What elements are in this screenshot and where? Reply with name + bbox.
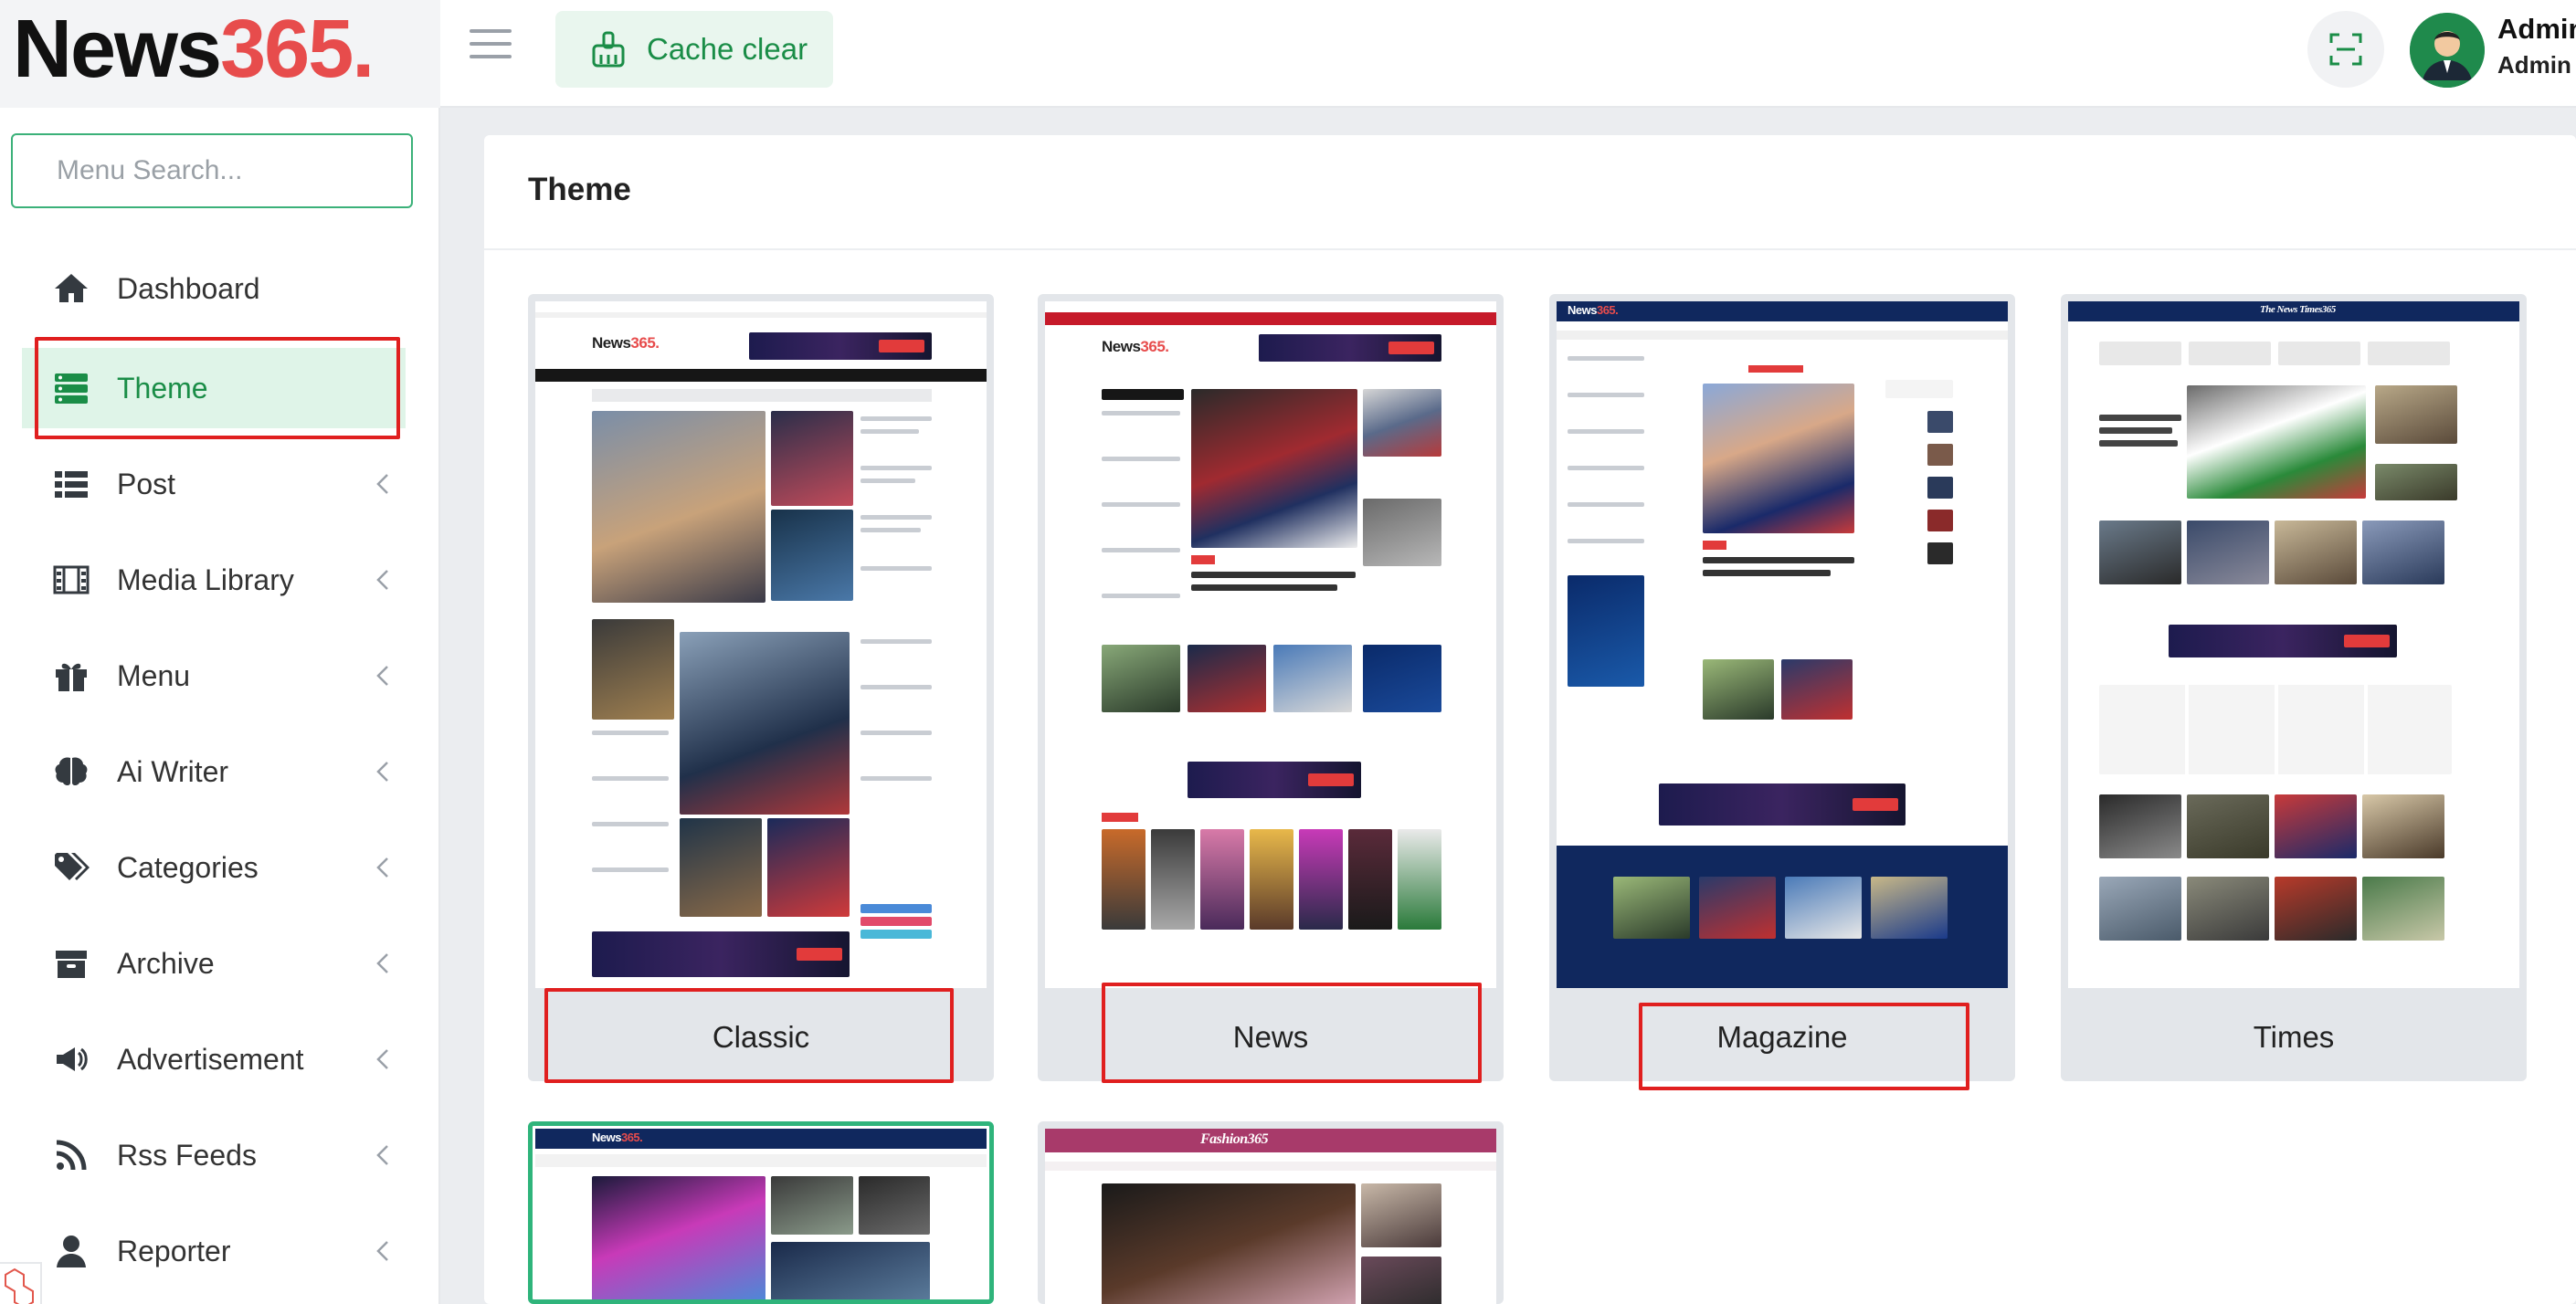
theme-preview-news: News365.: [1045, 301, 1496, 988]
avatar[interactable]: [2410, 13, 2485, 88]
theme-preview-magazine: News365.: [1557, 301, 2008, 988]
top-header: News365. Cache clear Admin Admin: [0, 0, 2576, 108]
sidebar-item-post[interactable]: Post: [22, 444, 406, 524]
sidebar-item-archive[interactable]: Archive: [22, 923, 406, 1004]
gift-icon: [56, 663, 87, 691]
theme-preview-classic: News365.: [535, 301, 987, 988]
theme-option-classic[interactable]: News365. Classic: [528, 294, 994, 1081]
rss-icon: [56, 1140, 87, 1171]
tags-icon: [55, 853, 90, 880]
chevron-left-icon: [376, 1241, 388, 1261]
megaphone-icon: [57, 1047, 88, 1071]
sidebar-item-categories[interactable]: Categories: [22, 827, 406, 908]
sidebar-item-reporter[interactable]: Reporter: [22, 1211, 406, 1291]
theme-icon: [55, 373, 88, 404]
site-logo[interactable]: News365.: [13, 5, 375, 93]
theme-option-6[interactable]: Fashion365: [1038, 1121, 1504, 1304]
theme-option-times[interactable]: The News Times365 Times: [2061, 294, 2527, 1081]
chevron-left-icon: [376, 762, 388, 782]
theme-label-magazine: Magazine: [1716, 1020, 1848, 1054]
card-divider: [484, 248, 2576, 250]
chevron-left-icon: [376, 666, 388, 686]
cube-icon: [5, 1267, 34, 1304]
cache-clear-button[interactable]: Cache clear: [555, 11, 833, 88]
home-icon: [55, 274, 88, 302]
sidebar-item-rss-feeds[interactable]: Rss Feeds: [22, 1115, 406, 1195]
user-icon: [57, 1236, 86, 1267]
theme-preview-times: The News Times365: [2068, 301, 2519, 988]
sidebar-item-theme[interactable]: Theme: [22, 348, 406, 428]
broom-icon: [592, 31, 625, 68]
chevron-left-icon: [376, 1145, 388, 1165]
menu-search-input[interactable]: [11, 133, 413, 208]
cache-clear-label: Cache clear: [647, 32, 808, 66]
theme-label-classic: Classic: [712, 1020, 810, 1054]
theme-card: Theme News365. Classic News365. News New…: [484, 135, 2576, 1304]
theme-preview-5: News365.: [535, 1129, 987, 1299]
chevron-left-icon: [376, 857, 388, 878]
sidebar-item-advertisement[interactable]: Advertisement: [22, 1019, 406, 1099]
archive-icon: [56, 951, 87, 978]
chevron-left-icon: [376, 474, 388, 494]
theme-label-times: Times: [2253, 1020, 2335, 1054]
sidebar-item-ai-writer[interactable]: Ai Writer: [22, 731, 406, 812]
theme-option-magazine[interactable]: News365. Magazine: [1549, 294, 2015, 1081]
user-name[interactable]: Admin: [2497, 13, 2576, 46]
page-title: Theme: [528, 172, 631, 207]
fullscreen-icon: [2329, 33, 2362, 66]
fullscreen-button[interactable]: [2307, 11, 2384, 88]
brain-icon: [55, 757, 88, 785]
sidebar-item-menu[interactable]: Menu: [22, 636, 406, 716]
theme-option-5-selected[interactable]: News365.: [528, 1121, 994, 1304]
logo-area[interactable]: News365.: [0, 0, 440, 108]
list-icon: [55, 471, 88, 498]
chevron-left-icon: [376, 1049, 388, 1069]
hamburger-menu-icon[interactable]: [470, 29, 512, 66]
user-role: Admin: [2497, 51, 2571, 79]
user-avatar-icon: [2410, 13, 2485, 88]
laravel-logo-icon[interactable]: [0, 1262, 42, 1304]
theme-label-news: News: [1232, 1020, 1309, 1054]
sidebar-item-dashboard[interactable]: Dashboard: [22, 248, 406, 329]
film-icon: [53, 565, 90, 594]
theme-preview-6: Fashion365: [1045, 1129, 1496, 1304]
sidebar-item-media-library[interactable]: Media Library: [22, 540, 406, 620]
theme-option-news[interactable]: News365. News: [1038, 294, 1504, 1081]
chevron-left-icon: [376, 570, 388, 590]
chevron-left-icon: [376, 953, 388, 973]
